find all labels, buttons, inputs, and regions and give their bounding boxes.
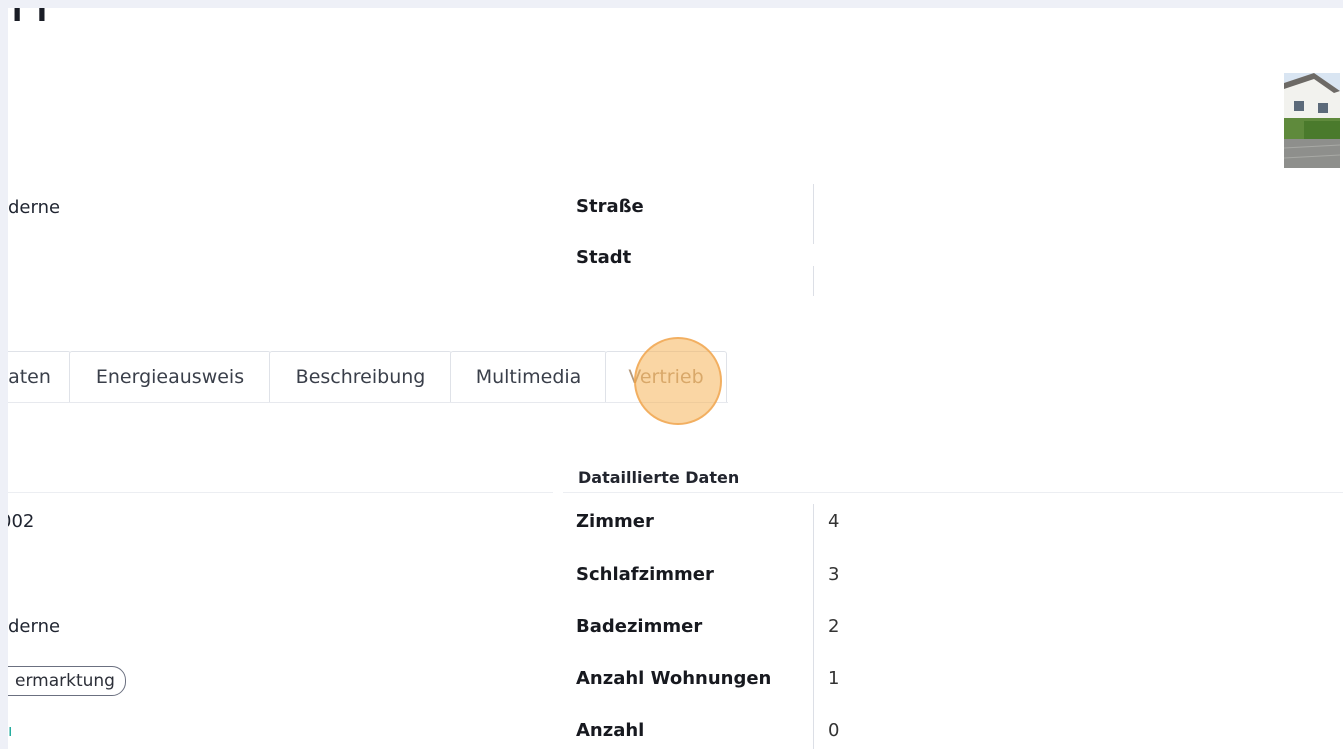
tab-energieausweis-label: Energieausweis bbox=[95, 366, 245, 388]
marketing-status-badge-label: ermarktung bbox=[15, 671, 115, 691]
detail-label-anzahl-wohnungen: Anzahl Wohnungen bbox=[576, 668, 772, 689]
house-photo-icon bbox=[1284, 73, 1340, 168]
tab-multimedia-label: Multimedia bbox=[475, 366, 582, 388]
detail-value-badezimmer: 2 bbox=[828, 616, 840, 637]
tab-energieausweis[interactable]: Energieausweis bbox=[69, 351, 271, 402]
city-label: Stadt bbox=[576, 247, 632, 268]
street-label: Straße bbox=[576, 196, 644, 217]
teal-indicator: ı bbox=[8, 721, 13, 740]
details-divider-vertical bbox=[813, 504, 814, 749]
detail-label-badezimmer: Badezimmer bbox=[576, 616, 703, 637]
tab-beschreibung[interactable]: Beschreibung bbox=[269, 351, 452, 402]
tab-daten-label: aten bbox=[8, 366, 51, 388]
detail-value-schlafzimmer: 3 bbox=[828, 564, 840, 585]
tab-beschreibung-label: Beschreibung bbox=[295, 366, 426, 388]
property-detail-panel: ı ı derne Straße Stadt aten Energieauswe… bbox=[8, 8, 1343, 749]
tab-bar-baseline bbox=[8, 402, 728, 403]
left-field-fragment-3: derne bbox=[8, 616, 61, 637]
tab-vertrieb-label: Vertrieb bbox=[628, 366, 704, 388]
tab-bar: aten Energieausweis Beschreibung Multime… bbox=[8, 351, 728, 403]
address-divider-2 bbox=[813, 266, 814, 296]
tab-multimedia[interactable]: Multimedia bbox=[450, 351, 607, 402]
tab-daten[interactable]: aten bbox=[8, 351, 71, 402]
marketing-status-badge: ermarktung bbox=[8, 666, 126, 696]
tab-vertrieb[interactable]: Vertrieb bbox=[605, 351, 727, 402]
details-divider bbox=[563, 492, 1343, 493]
detail-label-zimmer: Zimmer bbox=[576, 511, 654, 532]
detail-value-zimmer: 4 bbox=[828, 511, 840, 532]
property-thumbnail[interactable] bbox=[1284, 73, 1340, 168]
detail-label-schlafzimmer: Schlafzimmer bbox=[576, 564, 714, 585]
details-heading: Dataillierte Daten bbox=[578, 468, 740, 487]
left-field-fragment-2: 002 bbox=[8, 511, 35, 532]
page-title-fragment: ı ı bbox=[12, 8, 50, 29]
left-section-divider bbox=[8, 492, 553, 493]
detail-value-anzahl-wohnungen: 1 bbox=[828, 668, 840, 689]
detail-value-anzahl: 0 bbox=[828, 720, 840, 741]
address-divider-1 bbox=[813, 184, 814, 244]
detail-label-anzahl: Anzahl bbox=[576, 720, 645, 741]
left-field-fragment-1: derne bbox=[8, 197, 61, 218]
